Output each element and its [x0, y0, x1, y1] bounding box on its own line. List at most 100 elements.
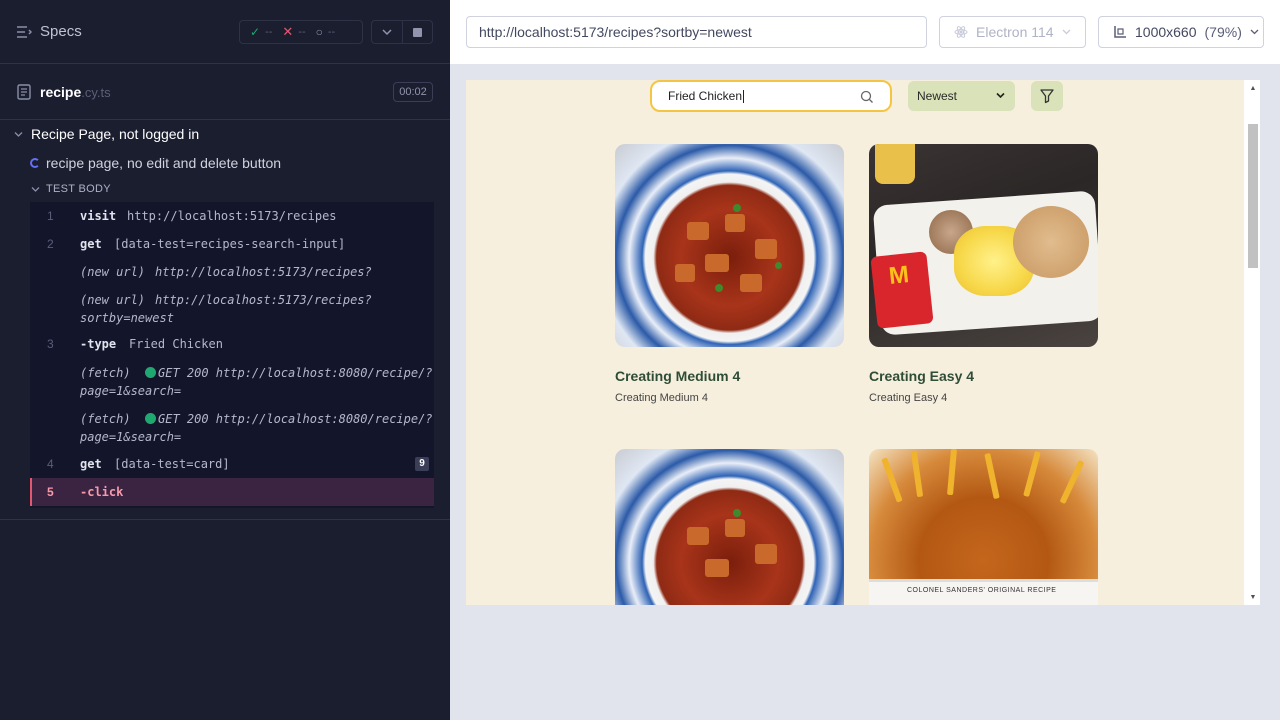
food-piece — [1059, 459, 1085, 505]
recipe-card-title: Creating Medium 4 — [615, 368, 741, 384]
command-message: http://localhost:5173/recipes — [127, 209, 337, 223]
command-number: 1 — [47, 209, 54, 223]
filter-icon — [1040, 89, 1054, 104]
event-message: GET 200 http://localhost:8080/recipe/? — [145, 410, 433, 428]
recipe-image-fried-chicken: COLONEL SANDERS' ORIGINAL RECIPE — [869, 449, 1098, 605]
chevron-down-icon — [31, 186, 40, 192]
command-name: -type — [80, 337, 117, 351]
test-stats: ✓ -- ✕ -- ○ -- — [239, 20, 363, 44]
command-name: get — [80, 457, 102, 471]
event-name: (new url) — [80, 293, 146, 307]
scroll-up-icon[interactable]: ▲ — [1248, 83, 1258, 93]
command-number: 3 — [47, 337, 54, 351]
recipe-image-mapo-tofu — [615, 144, 844, 347]
food-piece — [715, 284, 723, 292]
command-message: Fried Chicken — [129, 337, 223, 351]
recipes-search-input[interactable]: Fried Chicken — [650, 80, 892, 112]
search-icon[interactable] — [860, 90, 874, 104]
event-message-cont: page=1&search= — [80, 384, 182, 398]
bucket-text: COLONEL SANDERS' ORIGINAL RECIPE — [907, 587, 1057, 594]
specs-list-icon[interactable] — [16, 24, 32, 40]
food-piece — [733, 509, 741, 517]
command-click-active[interactable]: 5 -click — [30, 478, 434, 506]
event-message: http://localhost:5173/recipes? — [155, 265, 372, 279]
command-number: 2 — [47, 237, 54, 251]
filter-button[interactable] — [1031, 81, 1063, 111]
chevron-down-icon — [382, 28, 392, 35]
chevron-down-icon — [1250, 29, 1259, 35]
expand-toggle-button[interactable] — [371, 20, 403, 44]
test-body-header[interactable]: TEST BODY — [31, 183, 111, 195]
food-piece — [775, 262, 782, 269]
command-number: 5 — [47, 485, 54, 499]
food-piece — [675, 264, 695, 282]
food-piece — [705, 254, 729, 272]
food-piece — [755, 239, 777, 259]
recipe-card[interactable]: Creating Medium 4 Creating Medium 4 — [615, 144, 844, 404]
food-piece — [725, 214, 745, 232]
food-piece — [687, 222, 709, 240]
command-number: 4 — [47, 457, 54, 471]
ruler-icon — [1114, 26, 1126, 38]
event-name: (fetch) — [80, 366, 131, 380]
food-piece — [910, 450, 924, 498]
url-bar[interactable]: http://localhost:5173/recipes?sortby=new… — [466, 16, 927, 48]
browser-selector[interactable]: Electron 114 — [939, 16, 1086, 48]
element-count-badge: 9 — [415, 457, 429, 471]
success-dot-icon — [145, 413, 156, 424]
food-piece — [1023, 451, 1041, 497]
command-message: [data-test=recipes-search-input] — [114, 237, 346, 251]
food-piece — [881, 457, 903, 503]
check-icon: ✓ — [250, 25, 261, 39]
text-caret — [743, 89, 745, 103]
spec-file-ext: .cy.ts — [81, 85, 111, 100]
recipe-image-mapo-tofu — [615, 449, 844, 605]
document-icon — [17, 84, 31, 100]
search-value: Fried Chicken — [668, 89, 743, 103]
pending-count: -- — [327, 26, 336, 38]
recipe-card-subtitle: Creating Easy 4 — [869, 392, 948, 404]
food-piece — [740, 274, 762, 292]
food-piece — [687, 527, 709, 545]
command-name: visit — [80, 209, 117, 223]
chevron-down-icon — [996, 92, 1005, 99]
failed-count: -- — [298, 26, 306, 38]
spec-file-basename: recipe — [40, 84, 82, 100]
food-piece — [984, 452, 1000, 500]
event-name: (fetch) — [80, 412, 131, 426]
recipe-card-subtitle: Creating Medium 4 — [615, 392, 708, 404]
stop-button[interactable] — [403, 20, 433, 44]
test-row[interactable]: recipe page, no edit and delete button — [30, 155, 281, 171]
spec-file-header: recipe.cy.ts 00:02 — [0, 64, 450, 120]
event-message-cont: sortby=newest — [80, 311, 174, 325]
recipe-card[interactable]: COLONEL SANDERS' ORIGINAL RECIPE — [869, 449, 1098, 605]
viewport-scale: (79%) — [1204, 24, 1242, 40]
sort-select[interactable]: Newest — [908, 81, 1015, 111]
test-title: recipe page, no edit and delete button — [46, 155, 282, 171]
divider — [0, 519, 450, 520]
success-dot-icon — [145, 367, 156, 378]
viewport-selector[interactable]: 1000x660 (79%) — [1098, 16, 1264, 48]
test-body-label: TEST BODY — [46, 183, 111, 195]
event-name: (new url) — [80, 265, 146, 279]
duration-badge: 00:02 — [393, 82, 433, 102]
m-logo-icon: M — [887, 261, 911, 290]
specs-label[interactable]: Specs — [40, 23, 82, 40]
passed-count: -- — [265, 26, 273, 38]
browser-name: Electron 114 — [976, 24, 1054, 40]
event-message: GET 200 http://localhost:8080/recipe/? — [145, 364, 433, 382]
scroll-down-icon[interactable]: ▼ — [1248, 592, 1258, 602]
event-message: http://localhost:5173/recipes? — [155, 293, 372, 307]
command-message: [data-test=card] — [114, 457, 230, 471]
recipe-card[interactable] — [615, 449, 844, 605]
suite-row[interactable]: Recipe Page, not logged in — [14, 126, 199, 142]
command-log: 1 visit http://localhost:5173/recipes 2 … — [30, 202, 434, 508]
reporter-panel: Specs ✓ -- ✕ -- ○ -- recipe.cy.ts 00:02 Rec… — [0, 0, 450, 720]
event-message-cont: page=1&search= — [80, 430, 182, 444]
aut-header: http://localhost:5173/recipes?sortby=new… — [450, 0, 1280, 64]
recipe-card[interactable]: M Creating Easy 4 Creating Easy 4 — [869, 144, 1098, 404]
scrollbar-thumb[interactable] — [1248, 124, 1258, 268]
chevron-down-icon — [1062, 29, 1071, 35]
food-piece — [725, 519, 745, 537]
food-piece — [733, 204, 741, 212]
